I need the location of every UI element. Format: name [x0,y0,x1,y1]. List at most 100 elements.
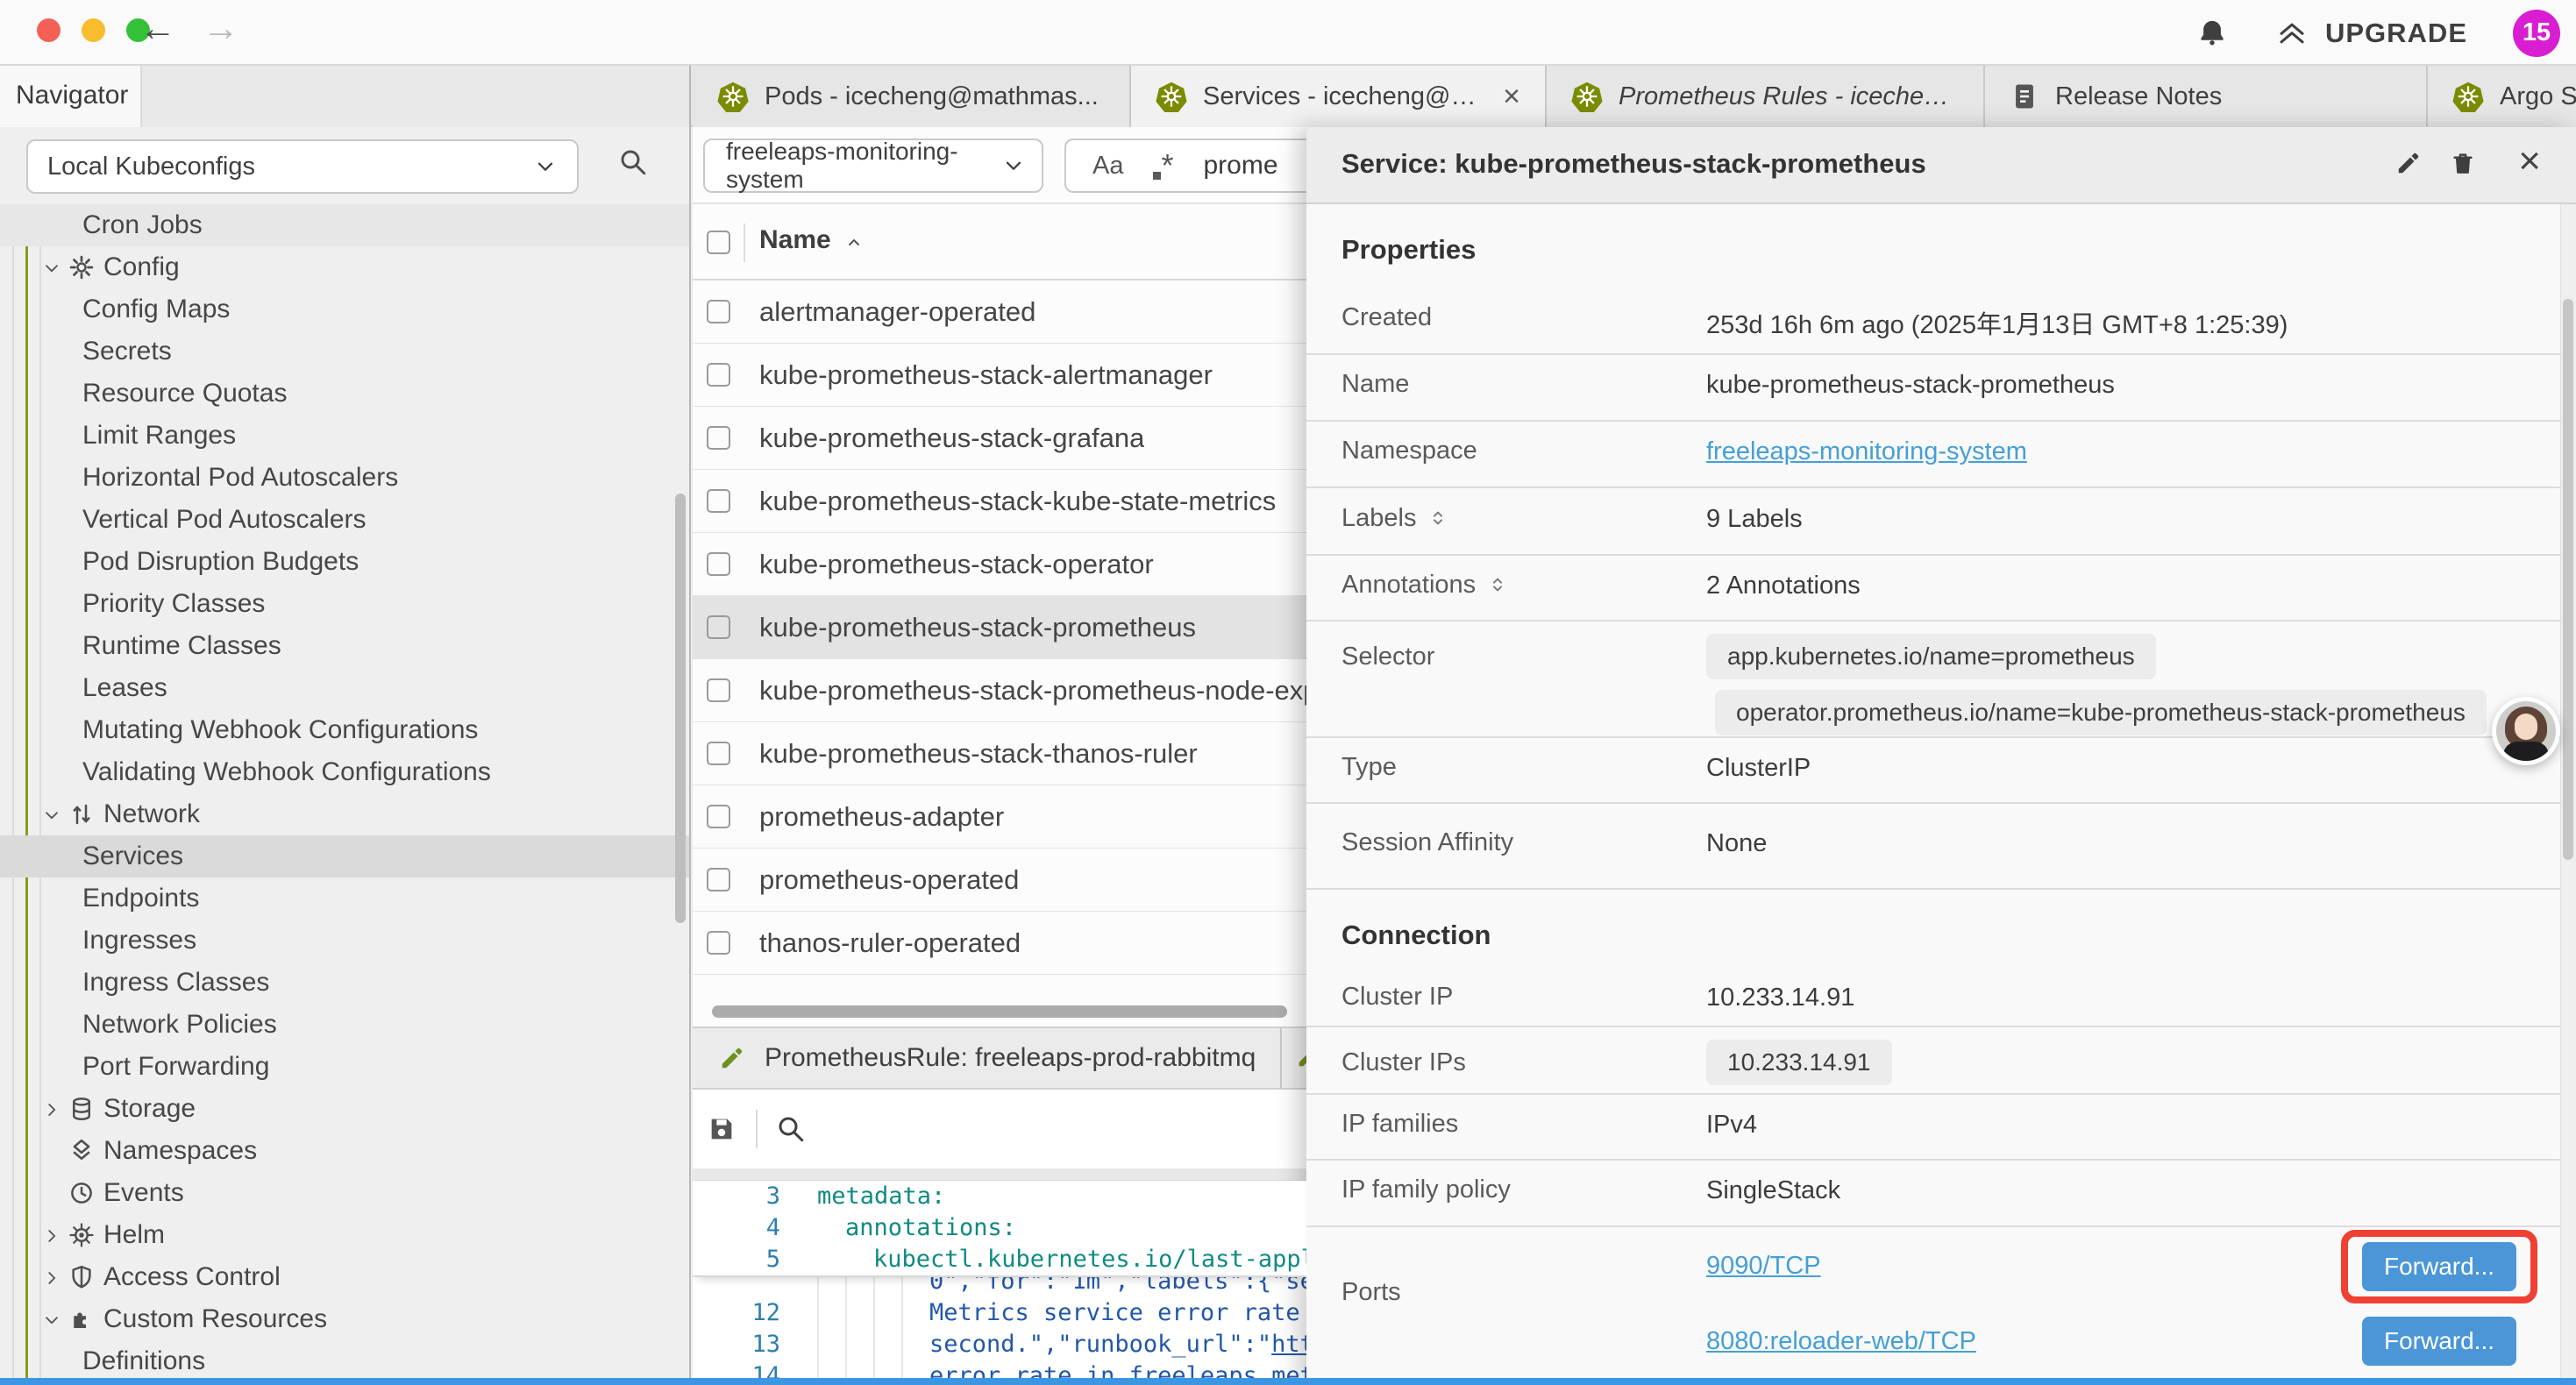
kubeconfig-select[interactable]: Local Kubeconfigs [26,139,579,194]
table-row-kube-prometheus-stack-grafana[interactable]: kube-prometheus-stack-grafana [693,407,1306,470]
minimize-window-button[interactable] [82,18,105,42]
tab-release-notes[interactable]: Release Notes [1985,66,2428,127]
sidebar-item-events[interactable]: Events [0,1172,689,1214]
sidebar-item-config-maps[interactable]: Config Maps [0,288,689,330]
sidebar-item-network[interactable]: Network [0,793,689,835]
table-horizontal-scrollbar[interactable] [712,1005,1287,1018]
chevron-right-icon[interactable] [42,1226,61,1246]
sidebar-item-label: Namespaces [0,1136,257,1166]
namespace-link[interactable]: freeleaps-monitoring-system [1706,437,2027,466]
sidebar-item-leases[interactable]: Leases [0,667,689,709]
sidebar-item-definitions[interactable]: Definitions [0,1340,689,1382]
table-row-kube-prometheus-stack-alertmanager[interactable]: kube-prometheus-stack-alertmanager [693,344,1306,407]
sidebar-item-resource-quotas[interactable]: Resource Quotas [0,373,689,415]
sort-toggle-icon[interactable] [1488,573,1507,596]
row-checkbox[interactable] [707,742,730,765]
sidebar-item-network-policies[interactable]: Network Policies [0,1004,689,1046]
sidebar-item-mutating-webhook-configurations[interactable]: Mutating Webhook Configurations [0,709,689,751]
port-link[interactable]: 9090/TCP [1706,1252,1821,1281]
back-button[interactable]: ← [132,7,184,49]
bell-icon[interactable] [2197,18,2227,48]
forward-button[interactable]: Forward... [2362,1317,2516,1366]
table-row-thanos-ruler-operated[interactable]: thanos-ruler-operated [693,912,1306,975]
table-row-prometheus-operated[interactable]: prometheus-operated [693,849,1306,912]
sidebar-item-secrets[interactable]: Secrets [0,330,689,373]
sidebar-item-namespaces[interactable]: Namespaces [0,1130,689,1172]
row-checkbox[interactable] [707,868,730,891]
user-avatar[interactable] [2492,697,2560,765]
row-checkbox[interactable] [707,300,730,323]
sidebar-item-priority-classes[interactable]: Priority Classes [0,583,689,625]
tab-argo-se[interactable]: Argo Se [2428,66,2576,127]
chevron-down-icon[interactable] [42,259,61,278]
chevron-down-icon[interactable] [42,806,61,825]
sidebar-item-access-control[interactable]: Access Control [0,1256,689,1298]
close-tab-icon[interactable]: × [1503,80,1520,114]
table-row-kube-prometheus-stack-thanos-ruler[interactable]: kube-prometheus-stack-thanos-ruler [693,722,1306,785]
sidebar-scrollbar[interactable] [675,494,686,923]
sidebar-item-runtime-classes[interactable]: Runtime Classes [0,625,689,667]
select-all-checkbox[interactable] [707,231,730,254]
row-checkbox[interactable] [707,489,730,513]
sidebar-item-storage[interactable]: Storage [0,1088,689,1130]
sidebar-item-horizontal-pod-autoscalers[interactable]: Horizontal Pod Autoscalers [0,457,689,499]
chevron-right-icon[interactable] [42,1100,61,1119]
editor-tab-partial[interactable] [1292,1028,1306,1088]
sidebar-item-ingresses[interactable]: Ingresses [0,920,689,962]
row-checkbox[interactable] [707,426,730,450]
close-icon[interactable]: × [2518,139,2541,183]
sidebar-item-validating-webhook-configurations[interactable]: Validating Webhook Configurations [0,751,689,793]
table-row-alertmanager-operated[interactable]: alertmanager-operated [693,281,1306,344]
port-link[interactable]: 8080:reloader-web/TCP [1706,1327,1976,1356]
table-row-kube-prometheus-stack-operator[interactable]: kube-prometheus-stack-operator [693,533,1306,596]
sidebar-item-pod-disruption-budgets[interactable]: Pod Disruption Budgets [0,541,689,583]
detail-scrollbar-track[interactable] [2560,204,2576,1385]
sidebar-item-helm[interactable]: Helm [0,1214,689,1256]
row-checkbox[interactable] [707,805,730,828]
sidebar-item-vertical-pod-autoscalers[interactable]: Vertical Pod Autoscalers [0,499,689,541]
sidebar-item-port-forwarding[interactable]: Port Forwarding [0,1046,689,1088]
row-checkbox[interactable] [707,931,730,955]
table-row-prometheus-adapter[interactable]: prometheus-adapter [693,785,1306,849]
chevron-down-icon[interactable] [42,1310,61,1330]
forward-button[interactable]: → [195,7,247,49]
sort-asc-icon[interactable] [843,232,865,253]
table-row-kube-prometheus-stack-kube-state-metrics[interactable]: kube-prometheus-stack-kube-state-metrics [693,470,1306,533]
chevron-right-icon[interactable] [42,1268,61,1288]
namespace-select[interactable]: freeleaps-monitoring-system [703,138,1043,193]
notification-badge[interactable]: 15 [2513,10,2560,57]
table-row-kube-prometheus-stack-prometheus-node-ex[interactable]: kube-prometheus-stack-prometheus-node-ex… [693,659,1306,722]
regex-toggle[interactable]: * [1153,153,1173,180]
row-checkbox[interactable] [707,615,730,639]
edit-pencil-icon[interactable] [2395,150,2422,176]
sidebar-item-cron-jobs[interactable]: Cron Jobs [0,204,689,246]
search-icon[interactable] [617,146,649,178]
upgrade-button[interactable]: UPGRADE [2273,18,2467,49]
row-checkbox[interactable] [707,363,730,387]
sidebar-item-endpoints[interactable]: Endpoints [0,877,689,920]
trash-icon[interactable] [2450,150,2476,176]
close-window-button[interactable] [37,18,60,42]
name-column-header[interactable]: Name [759,225,831,255]
navigator-tab[interactable]: Navigator [0,66,142,127]
sidebar-item-config[interactable]: Config [0,246,689,288]
sort-toggle-icon[interactable] [1428,507,1448,529]
sidebar-item-limit-ranges[interactable]: Limit Ranges [0,415,689,457]
save-icon[interactable] [707,1114,737,1144]
yaml-editor[interactable]: 3metadata:4annotations:5kubectl.kubernet… [693,1181,1306,1385]
tab-pods-icecheng-mathmas[interactable]: Pods - icecheng@mathmas... [693,66,1131,127]
tab-services-icecheng-math[interactable]: Services - icecheng@math...× [1131,66,1547,127]
sidebar-item-custom-resources[interactable]: Custom Resources [0,1298,689,1340]
search-icon[interactable] [775,1113,807,1145]
editor-tab-prometheusrule[interactable]: PrometheusRule: freeleaps-prod-rabbitmq [694,1028,1282,1088]
sidebar-item-services[interactable]: Services [0,835,689,877]
table-row-kube-prometheus-stack-prometheus[interactable]: kube-prometheus-stack-prometheus [693,596,1306,659]
row-checkbox[interactable] [707,678,730,702]
tab-prometheus-rules-icecheng[interactable]: Prometheus Rules - icecheng... [1547,66,1985,127]
detail-scrollbar-thumb[interactable] [2563,299,2573,860]
match-case-toggle[interactable]: Aa [1092,152,1123,181]
row-checkbox[interactable] [707,552,730,576]
detail-badges: 10.233.14.91 [1706,1040,1892,1085]
forward-button[interactable]: Forward... [2362,1242,2516,1291]
sidebar-item-ingress-classes[interactable]: Ingress Classes [0,962,689,1004]
